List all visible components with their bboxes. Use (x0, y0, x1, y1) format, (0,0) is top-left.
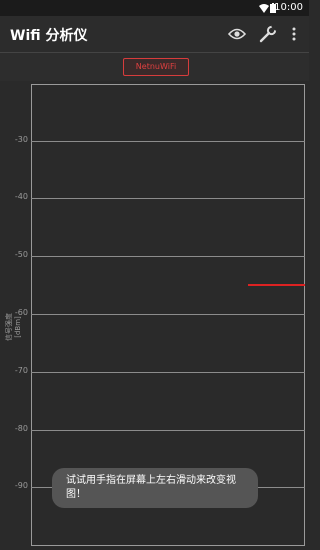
more-vert-icon[interactable] (288, 24, 300, 44)
tick-label: -40 (14, 192, 28, 201)
y-axis-label: 信号强度 [dBm] (5, 313, 22, 341)
signal-level-line (248, 284, 305, 286)
wrench-icon[interactable] (258, 24, 278, 44)
tick-label: -90 (14, 481, 28, 490)
network-chip[interactable]: NetnuWiFi (123, 58, 189, 76)
tick-label: -50 (14, 250, 28, 259)
wifi-signal-icon (259, 4, 269, 13)
gridline (31, 314, 305, 315)
gridline (31, 430, 305, 431)
app-title: Wifi 分析仪 (10, 28, 88, 44)
app-toolbar: Wifi 分析仪 (0, 16, 309, 52)
eye-icon[interactable] (227, 24, 247, 44)
tick-label: -80 (14, 424, 28, 433)
status-time: 10:00 (274, 2, 303, 13)
gridline (31, 141, 305, 142)
gridline (31, 372, 305, 373)
network-chip-bar: NetnuWiFi (0, 53, 309, 81)
gridline (31, 198, 305, 199)
toast-message: 试试用手指在屏幕上左右滑动来改变视图！ (52, 468, 258, 508)
tick-label: -30 (14, 135, 28, 144)
tick-label: -70 (14, 366, 28, 375)
status-bar: 10:00 (0, 0, 309, 16)
gridline (31, 256, 305, 257)
